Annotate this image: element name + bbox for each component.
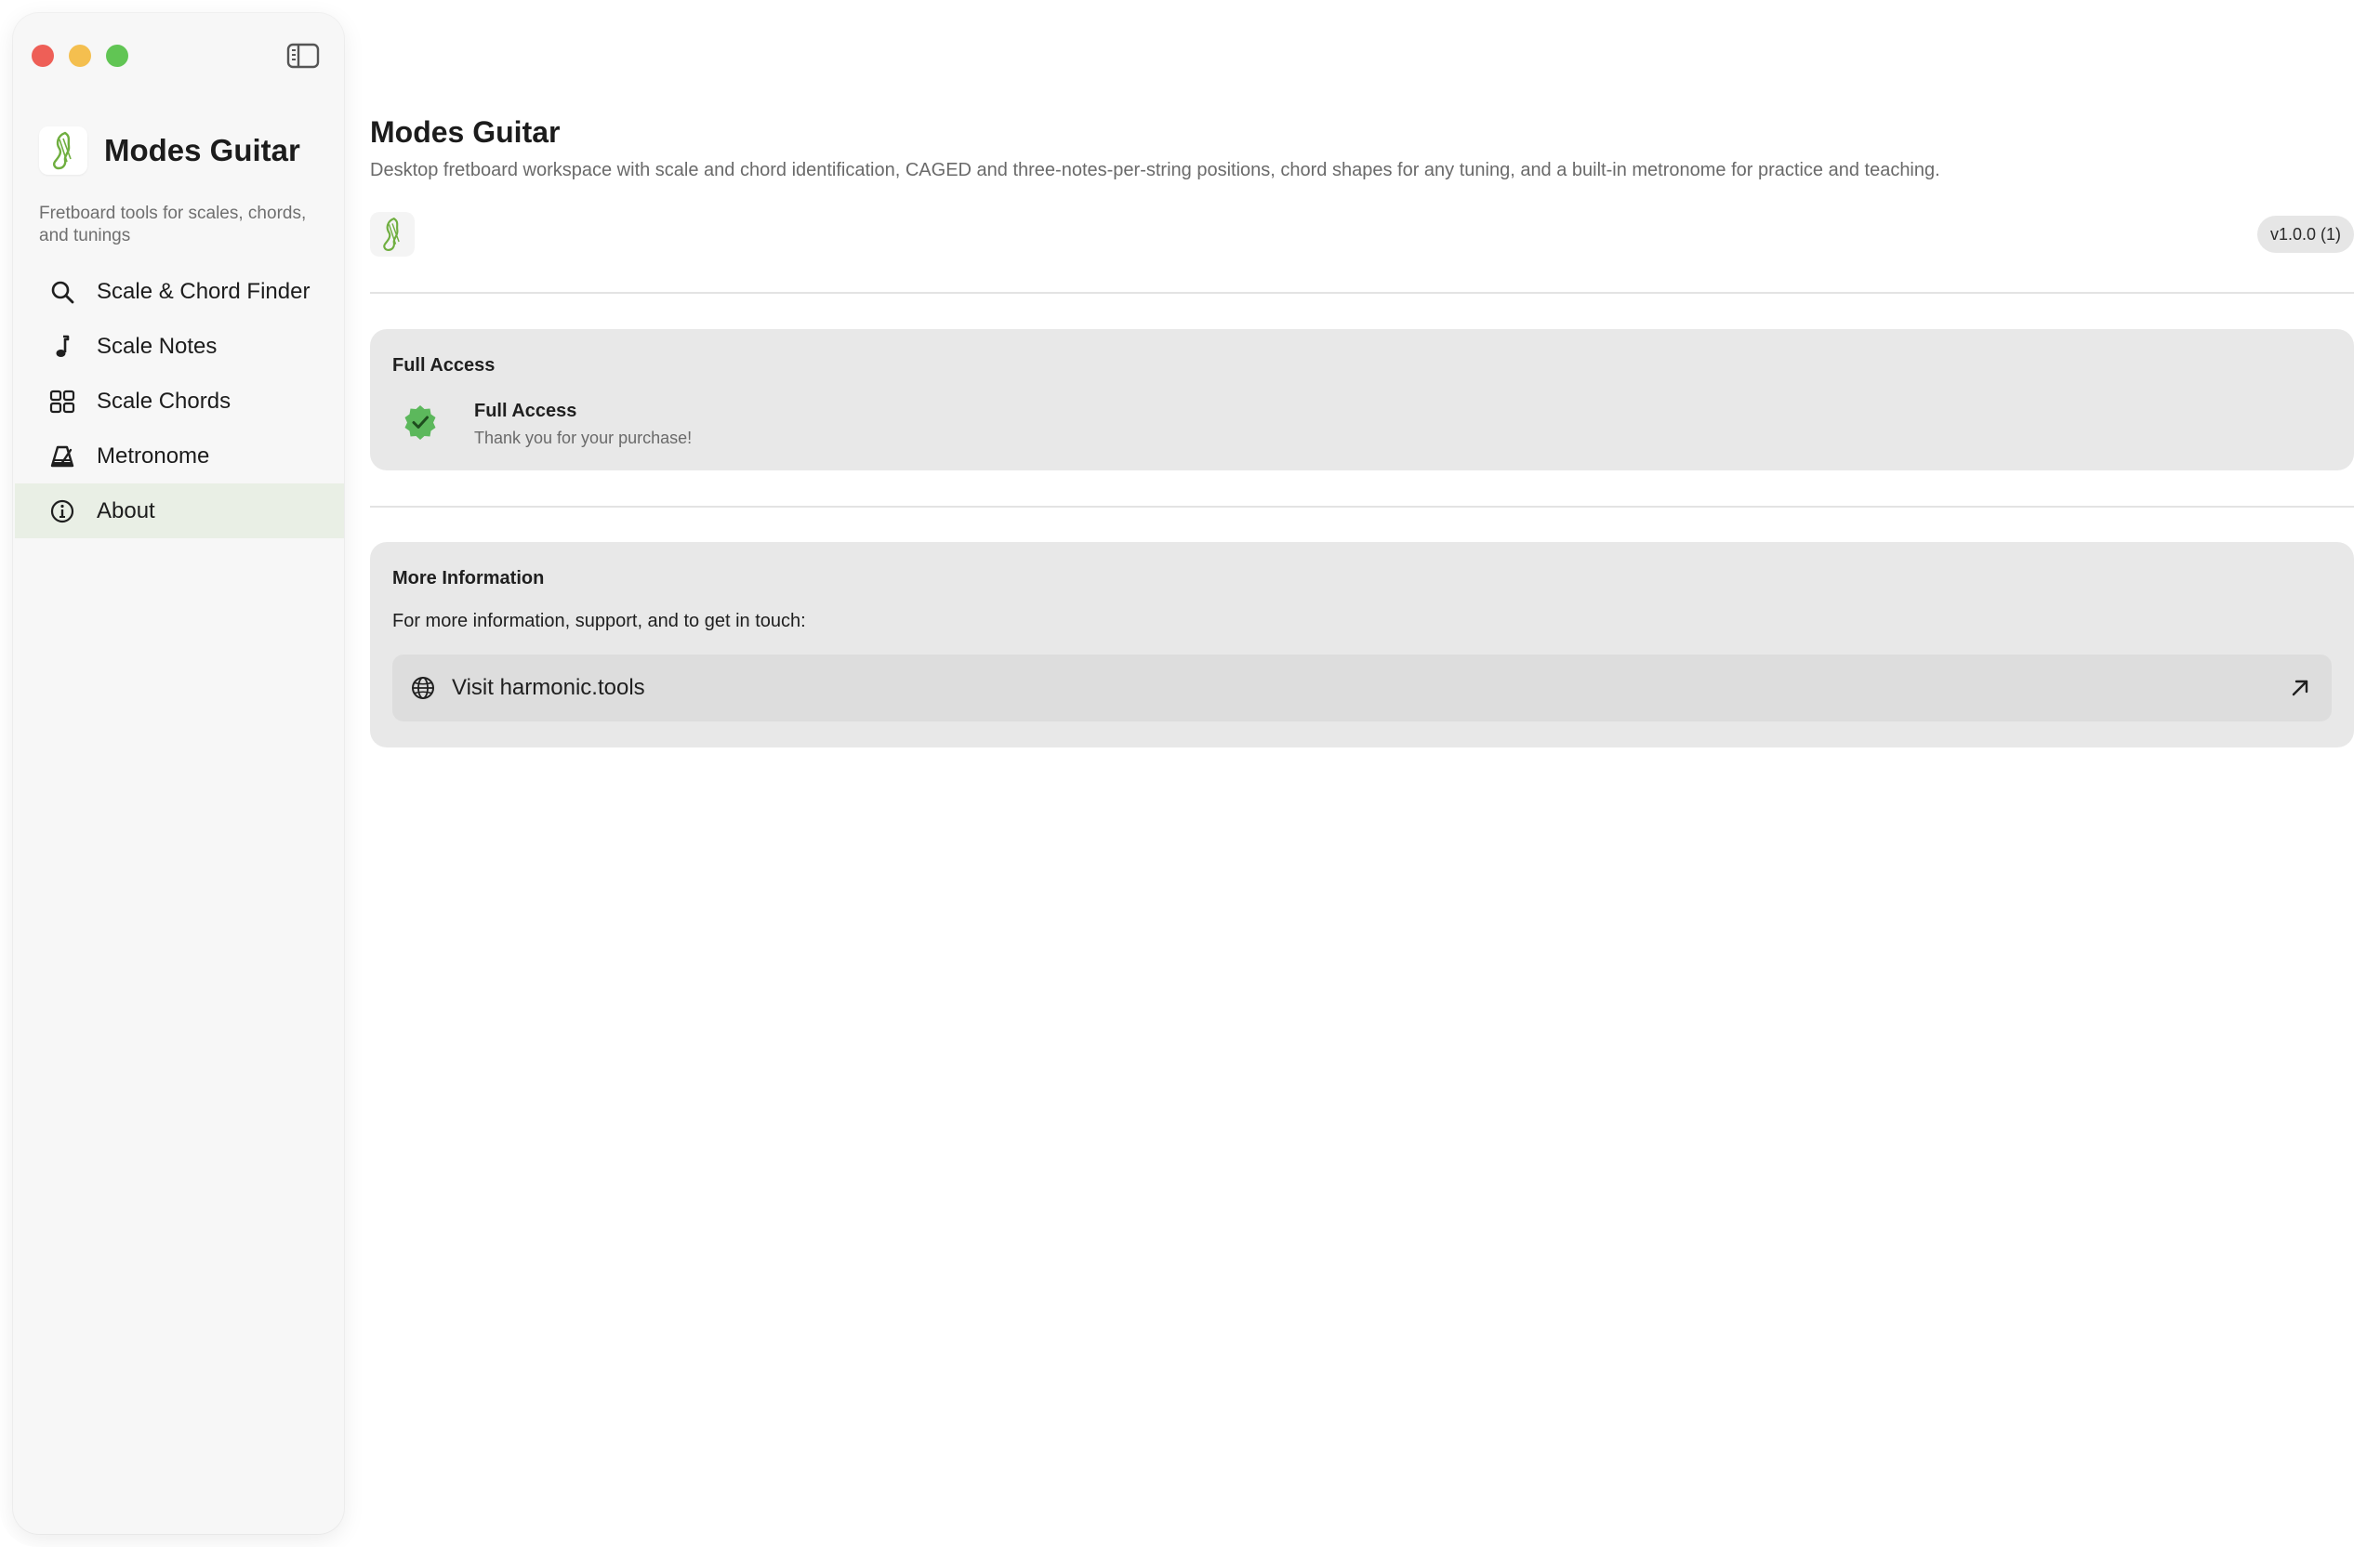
sidebar-item-label: Scale & Chord Finder xyxy=(97,278,311,304)
divider xyxy=(370,292,2354,294)
metronome-icon xyxy=(48,443,76,470)
app-tagline: Fretboard tools for scales, chords, and … xyxy=(39,204,307,245)
globe-icon xyxy=(412,677,434,699)
app-window: Modes Guitar Fretboard tools for scales,… xyxy=(0,0,2380,1547)
visit-website-link[interactable]: Visit harmonic.tools xyxy=(392,654,2332,721)
verified-badge-icon xyxy=(404,405,436,440)
access-status-title: Full Access xyxy=(474,401,577,421)
page-title: Modes Guitar xyxy=(370,115,561,149)
music-note-icon xyxy=(48,333,76,361)
sidebar-item-scale-chord-finder[interactable]: Scale & Chord Finder xyxy=(15,264,344,319)
app-icon xyxy=(370,212,415,257)
sidebar-item-scale-chords[interactable]: Scale Chords xyxy=(15,374,344,429)
grid-icon xyxy=(48,388,76,416)
version-badge: v1.0.0 (1) xyxy=(2256,216,2354,253)
more-info-card: More Information For more information, s… xyxy=(370,542,2354,747)
window-zoom-button[interactable] xyxy=(106,45,128,67)
guitar-logo-icon xyxy=(39,126,87,175)
sidebar-item-label: About xyxy=(97,497,155,523)
info-icon xyxy=(48,497,76,525)
more-info-section-title: More Information xyxy=(392,568,545,588)
external-link-arrow-icon xyxy=(2287,675,2313,701)
app-name: Modes Guitar xyxy=(104,133,300,167)
app-description: Desktop fretboard workspace with scale a… xyxy=(370,160,1940,180)
visit-website-label: Visit harmonic.tools xyxy=(452,675,645,700)
sidebar-item-label: Scale Chords xyxy=(97,388,231,414)
window-close-button[interactable] xyxy=(32,45,54,67)
divider xyxy=(370,506,2354,508)
window-minimize-button[interactable] xyxy=(69,45,91,67)
full-access-section-title: Full Access xyxy=(392,355,496,376)
sidebar-item-scale-notes[interactable]: Scale Notes xyxy=(15,319,344,374)
full-access-card: Full Access Full Access Thank you for yo… xyxy=(370,329,2354,470)
about-page: Modes Guitar Desktop fretboard workspace… xyxy=(370,0,2354,1547)
sidebar-item-label: Metronome xyxy=(97,443,210,469)
sidebar-nav: Scale & Chord Finder Scale Notes Scale C… xyxy=(15,264,344,538)
access-status-message: Thank you for your purchase! xyxy=(474,429,693,447)
search-icon xyxy=(48,278,76,306)
guitar-logo-icon xyxy=(383,218,400,251)
sidebar-item-label: Scale Notes xyxy=(97,333,218,359)
sidebar: Modes Guitar Fretboard tools for scales,… xyxy=(13,13,344,1534)
sidebar-toggle-button[interactable] xyxy=(286,41,320,71)
more-info-text: For more information, support, and to ge… xyxy=(392,611,806,631)
brand: Modes Guitar xyxy=(39,121,300,180)
full-access-status: Full Access Thank you for your purchase! xyxy=(402,400,692,448)
sidebar-toggle-icon xyxy=(286,43,320,69)
sidebar-item-metronome[interactable]: Metronome xyxy=(15,429,344,483)
sidebar-item-about[interactable]: About xyxy=(15,483,344,538)
